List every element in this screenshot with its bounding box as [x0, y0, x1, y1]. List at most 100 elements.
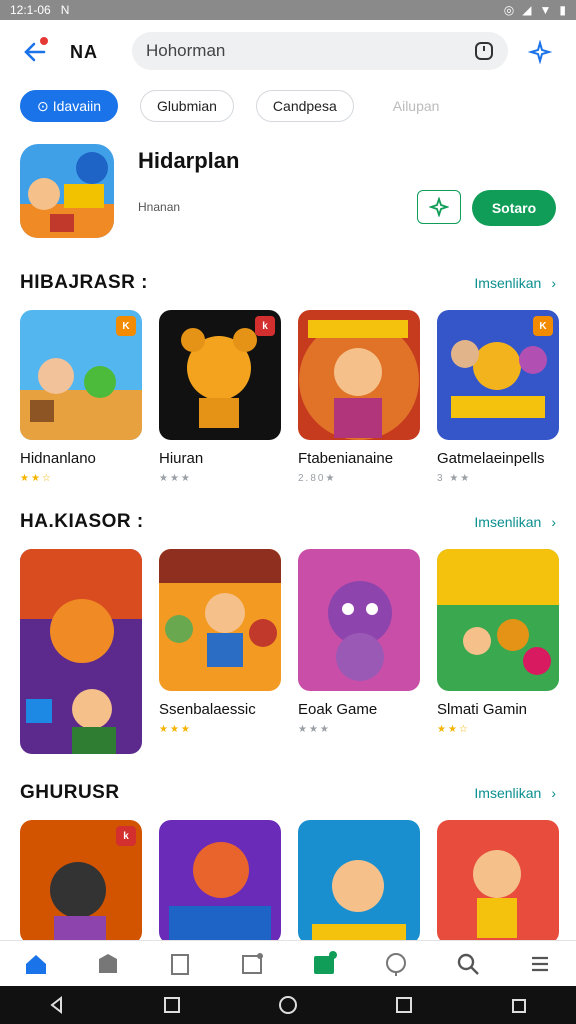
chevron-right-icon: › [551, 514, 556, 530]
game-card[interactable]: k Hiuran ★★★ [159, 310, 281, 484]
chip-2[interactable]: Glubmian [140, 90, 234, 122]
chevron-right-icon: › [551, 275, 556, 291]
search-input[interactable]: Hohorman [146, 41, 225, 61]
game-rating: ★★☆ [437, 724, 470, 735]
game-name: Hidnanlano [20, 450, 96, 467]
section-1: HIBAJRASR : Imsenlikan › K Hidnanlano ★★… [20, 268, 559, 484]
featured-app: Hidarplan Hnanan Sotaro [20, 144, 556, 240]
section-2: HA.KIASOR : Imsenlikan › Ssenbalaessic ★… [20, 507, 559, 754]
offers-icon[interactable] [309, 949, 339, 979]
game-rating: 2.80★ [298, 473, 337, 484]
search-bar[interactable]: Hohorman [132, 32, 508, 70]
sparkle-icon [429, 197, 449, 217]
game-rating: ★★★ [298, 724, 331, 735]
section-title: HA.KIASOR : [20, 511, 144, 532]
game-rating: 3 ★★ [437, 473, 472, 484]
game-card[interactable]: Ftabenianaine 2.80★ [298, 310, 420, 484]
app-title: Hidarplan [138, 148, 240, 173]
section-title: GHURUSR [20, 782, 120, 803]
status-left-icon: N [60, 3, 70, 17]
chip-label: Glubmian [157, 98, 217, 114]
game-card[interactable] [437, 820, 559, 944]
see-more-link[interactable]: Imsenlikan › [474, 785, 556, 801]
game-thumbnail: K [20, 310, 142, 440]
brand-label: NA [70, 42, 98, 62]
app-icon[interactable] [20, 144, 114, 238]
wifi-icon: ▼ [539, 3, 552, 17]
filter-chips: ⊙ Idavaiin Glubmian Candpesa Ailupan [20, 90, 457, 122]
game-card[interactable]: Eoak Game ★★★ [298, 549, 420, 754]
notification-dot [40, 37, 48, 45]
section-3: GHURUSR Imsenlikan › k [20, 778, 559, 944]
game-rating: ★★★ [159, 724, 192, 735]
game-thumbnail [159, 820, 281, 944]
game-name: Hiuran [159, 450, 204, 467]
see-more-label: Imsenlikan [474, 785, 542, 801]
game-name: Eoak Game [298, 701, 378, 718]
see-more-link[interactable]: Imsenlikan › [474, 514, 556, 530]
signal-icon: ◢ [522, 3, 532, 17]
chip-icon: ⊙ [37, 97, 49, 114]
status-bar: 12:1-06 N ◎ ◢ ▼ ▮ [0, 0, 576, 20]
bottom-nav [0, 940, 576, 986]
system-nav-bar [0, 986, 576, 1024]
top-bar: NA Hohorman [0, 28, 576, 76]
see-more-link[interactable]: Imsenlikan › [474, 275, 556, 291]
chip-label: Ailupan [392, 98, 440, 114]
search-icon[interactable] [453, 949, 483, 979]
chip-4[interactable]: Ailupan [375, 90, 457, 122]
app-subtitle: Hnanan [138, 200, 181, 214]
apps-icon[interactable] [165, 949, 195, 979]
see-more-label: Imsenlikan [474, 275, 542, 291]
game-name: Ssenbalaessic [159, 701, 256, 718]
wishlist-button[interactable] [417, 190, 461, 224]
menu-icon[interactable] [525, 949, 555, 979]
chip-1[interactable]: ⊙ Idavaiin [20, 90, 118, 122]
chip-label: Candpesa [272, 98, 337, 114]
rating-badge-icon: K [116, 316, 136, 336]
game-card[interactable] [20, 549, 142, 754]
rating-badge-icon: k [116, 826, 136, 846]
game-name: Slmati Gamin [437, 701, 528, 718]
game-thumbnail [159, 549, 281, 691]
game-card[interactable] [159, 820, 281, 944]
rating-badge-icon: k [255, 316, 275, 336]
games-icon[interactable] [93, 949, 123, 979]
square-icon[interactable] [162, 995, 182, 1015]
game-rating: ★★☆ [20, 473, 53, 484]
rating-badge-icon: K [533, 316, 553, 336]
game-card[interactable]: K Gatmelaeinpells 3 ★★ [437, 310, 559, 484]
game-card[interactable]: k [20, 820, 142, 944]
home-icon[interactable] [21, 949, 51, 979]
game-thumbnail [298, 310, 420, 440]
chip-label: Idavaiin [52, 98, 101, 114]
game-card[interactable]: Slmati Gamin ★★☆ [437, 549, 559, 754]
see-more-label: Imsenlikan [474, 514, 542, 530]
game-thumbnail [437, 820, 559, 944]
install-button[interactable]: Sotaro [472, 190, 556, 226]
game-thumbnail [298, 549, 420, 691]
game-thumbnail: K [437, 310, 559, 440]
chevron-right-icon: › [551, 785, 556, 801]
status-time: 12:1-06 [10, 3, 51, 17]
game-thumbnail [20, 549, 142, 754]
game-card[interactable]: K Hidnanlano ★★☆ [20, 310, 142, 484]
game-card[interactable]: Ssenbalaessic ★★★ [159, 549, 281, 754]
battery-icon: ▮ [559, 3, 566, 17]
section-title: HIBAJRASR : [20, 272, 148, 293]
game-thumbnail: k [20, 820, 142, 944]
chip-3[interactable]: Candpesa [255, 90, 354, 122]
recents-icon[interactable] [394, 995, 414, 1015]
home-circle-icon[interactable] [277, 994, 299, 1016]
rotate-icon[interactable] [509, 995, 529, 1015]
game-thumbnail: k [159, 310, 281, 440]
game-card[interactable] [298, 820, 420, 944]
game-thumbnail [298, 820, 420, 944]
chat-icon[interactable] [381, 949, 411, 979]
game-thumbnail [437, 549, 559, 691]
back-triangle-icon[interactable] [47, 995, 67, 1015]
library-icon[interactable] [237, 949, 267, 979]
mic-icon[interactable] [474, 41, 494, 61]
sparkle-icon[interactable] [528, 40, 552, 64]
game-name: Gatmelaeinpells [437, 450, 545, 467]
